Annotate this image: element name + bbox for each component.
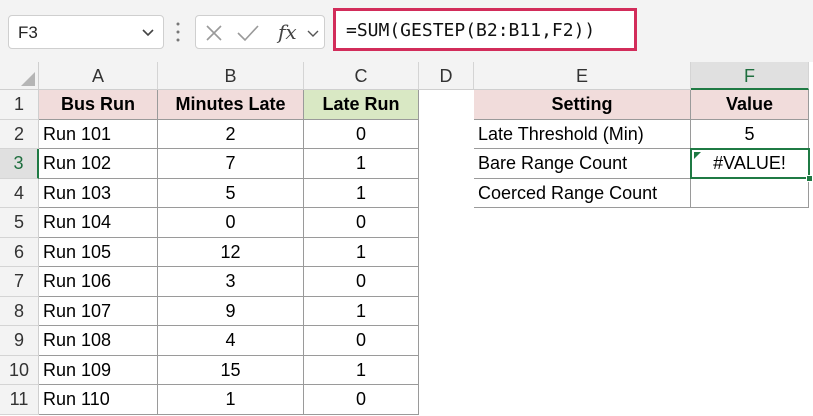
cell-b11[interactable]: 1 xyxy=(158,385,304,415)
cell-a11[interactable]: Run 110 xyxy=(39,385,158,415)
cell-a2[interactable]: Run 101 xyxy=(39,119,158,149)
row-header-5[interactable]: 5 xyxy=(0,208,39,238)
formula-input[interactable]: =SUM(GESTEP(B2:B11,F2)) xyxy=(333,8,637,51)
row-header-6[interactable]: 6 xyxy=(0,237,39,267)
cell-b9[interactable]: 4 xyxy=(158,326,304,356)
insert-function-button[interactable]: fx xyxy=(278,20,297,44)
select-all-button[interactable] xyxy=(0,62,39,90)
cell-b4[interactable]: 5 xyxy=(158,178,304,208)
cell-f4[interactable] xyxy=(691,178,809,208)
header-setting[interactable]: Setting xyxy=(474,90,691,120)
cell-b8[interactable]: 9 xyxy=(158,296,304,326)
cell-c7[interactable]: 0 xyxy=(304,267,419,297)
cell-c9[interactable]: 0 xyxy=(304,326,419,356)
name-box-value: F3 xyxy=(18,23,38,42)
cell-a9[interactable]: Run 108 xyxy=(39,326,158,356)
cell-a7[interactable]: Run 106 xyxy=(39,267,158,297)
row-header-9[interactable]: 9 xyxy=(0,326,39,356)
cell-c10[interactable]: 1 xyxy=(304,355,419,385)
cell-a10[interactable]: Run 109 xyxy=(39,355,158,385)
row-header-8[interactable]: 8 xyxy=(0,296,39,326)
cell-a8[interactable]: Run 107 xyxy=(39,296,158,326)
formula-text: =SUM(GESTEP(B2:B11,F2)) xyxy=(346,20,596,41)
name-box[interactable]: F3 xyxy=(8,15,164,49)
cell-c11[interactable]: 0 xyxy=(304,385,419,415)
formula-controls: fx xyxy=(195,15,325,49)
cell-c5[interactable]: 0 xyxy=(304,208,419,238)
cell-f3[interactable]: #VALUE! xyxy=(691,149,809,179)
check-icon[interactable] xyxy=(236,23,260,43)
cell-b7[interactable]: 3 xyxy=(158,267,304,297)
cell-b5[interactable]: 0 xyxy=(158,208,304,238)
more-options-icon[interactable] xyxy=(173,20,183,44)
cell-f2[interactable]: 5 xyxy=(691,119,809,149)
header-minutes-late[interactable]: Minutes Late xyxy=(158,90,304,120)
column-header-b[interactable]: B xyxy=(158,62,304,90)
row-header-10[interactable]: 10 xyxy=(0,355,39,385)
cell-a6[interactable]: Run 105 xyxy=(39,237,158,267)
cell-e3[interactable]: Bare Range Count xyxy=(474,149,691,179)
cell-c6[interactable]: 1 xyxy=(304,237,419,267)
cell-a5[interactable]: Run 104 xyxy=(39,208,158,238)
x-icon[interactable] xyxy=(204,23,224,43)
header-value[interactable]: Value xyxy=(691,90,809,120)
row-header-3[interactable]: 3 xyxy=(0,149,39,179)
cell-b2[interactable]: 2 xyxy=(158,119,304,149)
header-bus-run[interactable]: Bus Run xyxy=(39,90,158,120)
cell-c3[interactable]: 1 xyxy=(304,149,419,179)
row-header-11[interactable]: 11 xyxy=(0,385,39,415)
cell-e2[interactable]: Late Threshold (Min) xyxy=(474,119,691,149)
formula-bar-area: F3 fx =SUM(GESTEP(B2:B11,F2)) xyxy=(0,0,813,62)
header-late-run[interactable]: Late Run xyxy=(304,90,419,120)
cell-b10[interactable]: 15 xyxy=(158,355,304,385)
row-header-1[interactable]: 1 xyxy=(0,90,39,120)
column-header-f[interactable]: F xyxy=(691,62,809,90)
chevron-down-icon[interactable] xyxy=(141,25,155,39)
cell-e4[interactable]: Coerced Range Count xyxy=(474,178,691,208)
row-header-2[interactable]: 2 xyxy=(0,119,39,149)
error-indicator-icon[interactable] xyxy=(694,152,701,159)
cell-a4[interactable]: Run 103 xyxy=(39,178,158,208)
row-header-7[interactable]: 7 xyxy=(0,267,39,297)
cell-b6[interactable]: 12 xyxy=(158,237,304,267)
select-all-triangle-icon xyxy=(21,72,35,86)
column-header-e[interactable]: E xyxy=(474,62,691,90)
cell-c4[interactable]: 1 xyxy=(304,178,419,208)
column-header-c[interactable]: C xyxy=(304,62,419,90)
cell-a3[interactable]: Run 102 xyxy=(39,149,158,179)
cell-c8[interactable]: 1 xyxy=(304,296,419,326)
cell-b3[interactable]: 7 xyxy=(158,149,304,179)
column-header-a[interactable]: A xyxy=(39,62,158,90)
row-header-4[interactable]: 4 xyxy=(0,178,39,208)
cell-c2[interactable]: 0 xyxy=(304,119,419,149)
column-header-d[interactable]: D xyxy=(419,62,474,90)
chevron-down-icon[interactable] xyxy=(306,27,320,41)
